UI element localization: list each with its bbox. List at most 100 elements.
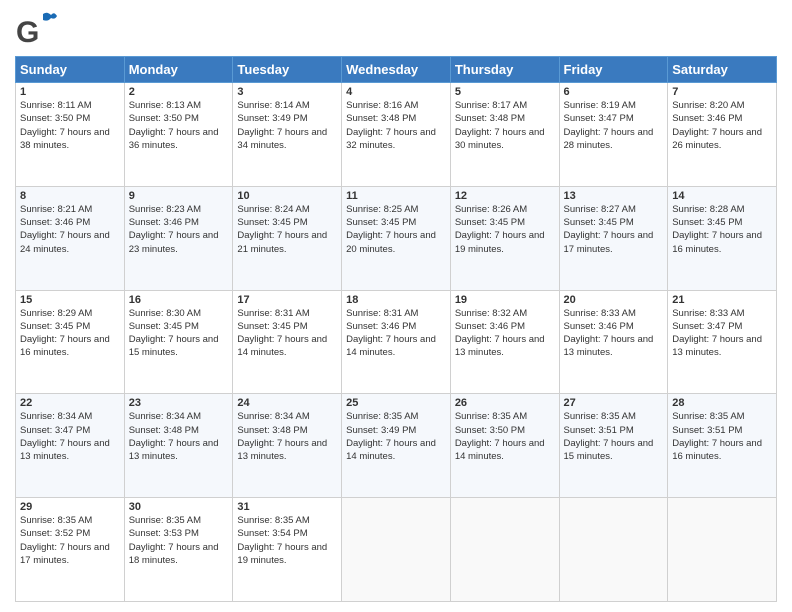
day-number: 24 (237, 397, 337, 409)
day-number: 23 (129, 397, 229, 409)
calendar-cell: 8 Sunrise: 8:21 AMSunset: 3:46 PMDayligh… (16, 186, 125, 290)
day-number: 19 (455, 294, 555, 306)
cell-content: Sunrise: 8:20 AMSunset: 3:46 PMDaylight:… (672, 99, 772, 152)
cell-content: Sunrise: 8:16 AMSunset: 3:48 PMDaylight:… (346, 99, 446, 152)
calendar-cell: 4 Sunrise: 8:16 AMSunset: 3:48 PMDayligh… (342, 83, 451, 187)
calendar-cell: 5 Sunrise: 8:17 AMSunset: 3:48 PMDayligh… (450, 83, 559, 187)
calendar-cell: 11 Sunrise: 8:25 AMSunset: 3:45 PMDaylig… (342, 186, 451, 290)
cell-content: Sunrise: 8:35 AMSunset: 3:50 PMDaylight:… (455, 410, 555, 463)
calendar-cell: 2 Sunrise: 8:13 AMSunset: 3:50 PMDayligh… (124, 83, 233, 187)
cell-content: Sunrise: 8:26 AMSunset: 3:45 PMDaylight:… (455, 203, 555, 256)
logo: G (15, 10, 64, 48)
calendar-week-row: 15 Sunrise: 8:29 AMSunset: 3:45 PMDaylig… (16, 290, 777, 394)
calendar-cell: 31 Sunrise: 8:35 AMSunset: 3:54 PMDaylig… (233, 498, 342, 602)
day-number: 14 (672, 190, 772, 202)
day-number: 26 (455, 397, 555, 409)
day-number: 2 (129, 86, 229, 98)
cell-content: Sunrise: 8:19 AMSunset: 3:47 PMDaylight:… (564, 99, 664, 152)
cell-content: Sunrise: 8:35 AMSunset: 3:52 PMDaylight:… (20, 514, 120, 567)
weekday-header-saturday: Saturday (668, 57, 777, 83)
calendar-week-row: 22 Sunrise: 8:34 AMSunset: 3:47 PMDaylig… (16, 394, 777, 498)
calendar-cell: 29 Sunrise: 8:35 AMSunset: 3:52 PMDaylig… (16, 498, 125, 602)
calendar-cell (668, 498, 777, 602)
svg-text:G: G (16, 16, 39, 48)
weekday-header-tuesday: Tuesday (233, 57, 342, 83)
calendar-cell: 15 Sunrise: 8:29 AMSunset: 3:45 PMDaylig… (16, 290, 125, 394)
cell-content: Sunrise: 8:24 AMSunset: 3:45 PMDaylight:… (237, 203, 337, 256)
calendar-cell: 27 Sunrise: 8:35 AMSunset: 3:51 PMDaylig… (559, 394, 668, 498)
logo-icon: G (15, 10, 60, 48)
day-number: 12 (455, 190, 555, 202)
calendar-cell: 28 Sunrise: 8:35 AMSunset: 3:51 PMDaylig… (668, 394, 777, 498)
calendar-cell: 14 Sunrise: 8:28 AMSunset: 3:45 PMDaylig… (668, 186, 777, 290)
cell-content: Sunrise: 8:30 AMSunset: 3:45 PMDaylight:… (129, 307, 229, 360)
calendar-cell (342, 498, 451, 602)
day-number: 8 (20, 190, 120, 202)
cell-content: Sunrise: 8:35 AMSunset: 3:51 PMDaylight:… (672, 410, 772, 463)
cell-content: Sunrise: 8:33 AMSunset: 3:46 PMDaylight:… (564, 307, 664, 360)
day-number: 30 (129, 501, 229, 513)
day-number: 18 (346, 294, 446, 306)
calendar-week-row: 29 Sunrise: 8:35 AMSunset: 3:52 PMDaylig… (16, 498, 777, 602)
calendar-cell: 21 Sunrise: 8:33 AMSunset: 3:47 PMDaylig… (668, 290, 777, 394)
cell-content: Sunrise: 8:28 AMSunset: 3:45 PMDaylight:… (672, 203, 772, 256)
calendar-cell: 7 Sunrise: 8:20 AMSunset: 3:46 PMDayligh… (668, 83, 777, 187)
cell-content: Sunrise: 8:34 AMSunset: 3:48 PMDaylight:… (237, 410, 337, 463)
cell-content: Sunrise: 8:32 AMSunset: 3:46 PMDaylight:… (455, 307, 555, 360)
cell-content: Sunrise: 8:35 AMSunset: 3:51 PMDaylight:… (564, 410, 664, 463)
cell-content: Sunrise: 8:11 AMSunset: 3:50 PMDaylight:… (20, 99, 120, 152)
cell-content: Sunrise: 8:29 AMSunset: 3:45 PMDaylight:… (20, 307, 120, 360)
cell-content: Sunrise: 8:31 AMSunset: 3:46 PMDaylight:… (346, 307, 446, 360)
cell-content: Sunrise: 8:33 AMSunset: 3:47 PMDaylight:… (672, 307, 772, 360)
weekday-header-monday: Monday (124, 57, 233, 83)
calendar-cell: 16 Sunrise: 8:30 AMSunset: 3:45 PMDaylig… (124, 290, 233, 394)
cell-content: Sunrise: 8:23 AMSunset: 3:46 PMDaylight:… (129, 203, 229, 256)
calendar-cell: 9 Sunrise: 8:23 AMSunset: 3:46 PMDayligh… (124, 186, 233, 290)
day-number: 29 (20, 501, 120, 513)
day-number: 25 (346, 397, 446, 409)
page: G SundayMondayTuesdayWednesdayThursdayFr… (0, 0, 792, 612)
day-number: 6 (564, 86, 664, 98)
calendar-week-row: 1 Sunrise: 8:11 AMSunset: 3:50 PMDayligh… (16, 83, 777, 187)
calendar-cell: 18 Sunrise: 8:31 AMSunset: 3:46 PMDaylig… (342, 290, 451, 394)
day-number: 15 (20, 294, 120, 306)
calendar-cell: 19 Sunrise: 8:32 AMSunset: 3:46 PMDaylig… (450, 290, 559, 394)
day-number: 11 (346, 190, 446, 202)
cell-content: Sunrise: 8:27 AMSunset: 3:45 PMDaylight:… (564, 203, 664, 256)
day-number: 10 (237, 190, 337, 202)
cell-content: Sunrise: 8:34 AMSunset: 3:47 PMDaylight:… (20, 410, 120, 463)
cell-content: Sunrise: 8:13 AMSunset: 3:50 PMDaylight:… (129, 99, 229, 152)
calendar-cell (559, 498, 668, 602)
calendar-cell: 17 Sunrise: 8:31 AMSunset: 3:45 PMDaylig… (233, 290, 342, 394)
calendar-cell: 26 Sunrise: 8:35 AMSunset: 3:50 PMDaylig… (450, 394, 559, 498)
calendar-cell: 23 Sunrise: 8:34 AMSunset: 3:48 PMDaylig… (124, 394, 233, 498)
calendar-cell: 20 Sunrise: 8:33 AMSunset: 3:46 PMDaylig… (559, 290, 668, 394)
cell-content: Sunrise: 8:35 AMSunset: 3:53 PMDaylight:… (129, 514, 229, 567)
weekday-header-row: SundayMondayTuesdayWednesdayThursdayFrid… (16, 57, 777, 83)
cell-content: Sunrise: 8:35 AMSunset: 3:49 PMDaylight:… (346, 410, 446, 463)
day-number: 27 (564, 397, 664, 409)
weekday-header-thursday: Thursday (450, 57, 559, 83)
day-number: 13 (564, 190, 664, 202)
calendar-cell: 10 Sunrise: 8:24 AMSunset: 3:45 PMDaylig… (233, 186, 342, 290)
day-number: 31 (237, 501, 337, 513)
calendar-cell: 13 Sunrise: 8:27 AMSunset: 3:45 PMDaylig… (559, 186, 668, 290)
calendar-cell: 25 Sunrise: 8:35 AMSunset: 3:49 PMDaylig… (342, 394, 451, 498)
calendar-table: SundayMondayTuesdayWednesdayThursdayFrid… (15, 56, 777, 602)
day-number: 4 (346, 86, 446, 98)
calendar-cell: 3 Sunrise: 8:14 AMSunset: 3:49 PMDayligh… (233, 83, 342, 187)
cell-content: Sunrise: 8:14 AMSunset: 3:49 PMDaylight:… (237, 99, 337, 152)
calendar-cell: 1 Sunrise: 8:11 AMSunset: 3:50 PMDayligh… (16, 83, 125, 187)
day-number: 1 (20, 86, 120, 98)
day-number: 17 (237, 294, 337, 306)
weekday-header-wednesday: Wednesday (342, 57, 451, 83)
day-number: 22 (20, 397, 120, 409)
day-number: 3 (237, 86, 337, 98)
calendar-cell: 12 Sunrise: 8:26 AMSunset: 3:45 PMDaylig… (450, 186, 559, 290)
calendar-cell: 6 Sunrise: 8:19 AMSunset: 3:47 PMDayligh… (559, 83, 668, 187)
calendar-week-row: 8 Sunrise: 8:21 AMSunset: 3:46 PMDayligh… (16, 186, 777, 290)
day-number: 20 (564, 294, 664, 306)
cell-content: Sunrise: 8:34 AMSunset: 3:48 PMDaylight:… (129, 410, 229, 463)
calendar-cell (450, 498, 559, 602)
day-number: 28 (672, 397, 772, 409)
